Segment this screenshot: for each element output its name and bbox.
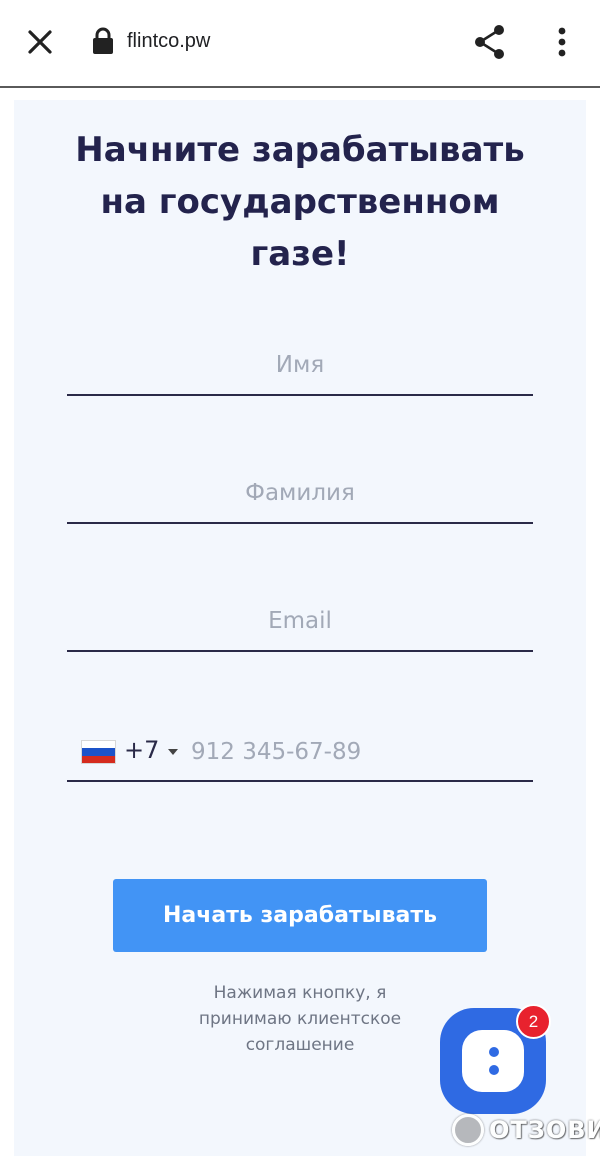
notification-badge: 2 (516, 1004, 551, 1039)
more-vert-icon[interactable] (548, 22, 576, 62)
close-icon[interactable] (22, 24, 58, 60)
country-code[interactable]: +7 (124, 736, 159, 764)
first-name-field (67, 336, 533, 396)
address-url[interactable]: flintco.pw (127, 30, 210, 53)
lock-icon (92, 27, 114, 55)
otzovik-logo-icon (452, 1114, 484, 1146)
first-name-input[interactable] (67, 336, 533, 394)
chat-dot (489, 1047, 499, 1057)
russia-flag-icon[interactable] (81, 740, 116, 764)
share-icon[interactable] (470, 22, 510, 62)
agreement-text: Нажимая кнопку, я принимаю клиентское со… (198, 983, 402, 1055)
start-earning-button[interactable]: Начать зарабатывать (113, 879, 487, 952)
browser-toolbar: flintco.pw (0, 0, 600, 88)
caret-down-icon[interactable] (168, 749, 178, 755)
phone-input[interactable] (191, 732, 521, 772)
email-input[interactable] (67, 592, 533, 650)
chat-dot (489, 1065, 499, 1075)
phone-field: +7 (67, 712, 533, 782)
page-title: Начните зарабатывать на государственном … (75, 130, 525, 274)
signup-panel: Начните зарабатывать на государственном … (14, 100, 586, 1156)
chat-bubble-icon (462, 1030, 524, 1092)
watermark-text: ОТЗОВИК (489, 1116, 600, 1144)
email-field (67, 592, 533, 652)
last-name-field (67, 464, 533, 524)
last-name-input[interactable] (67, 464, 533, 522)
otzovik-watermark: ОТЗОВИК (452, 1112, 600, 1148)
